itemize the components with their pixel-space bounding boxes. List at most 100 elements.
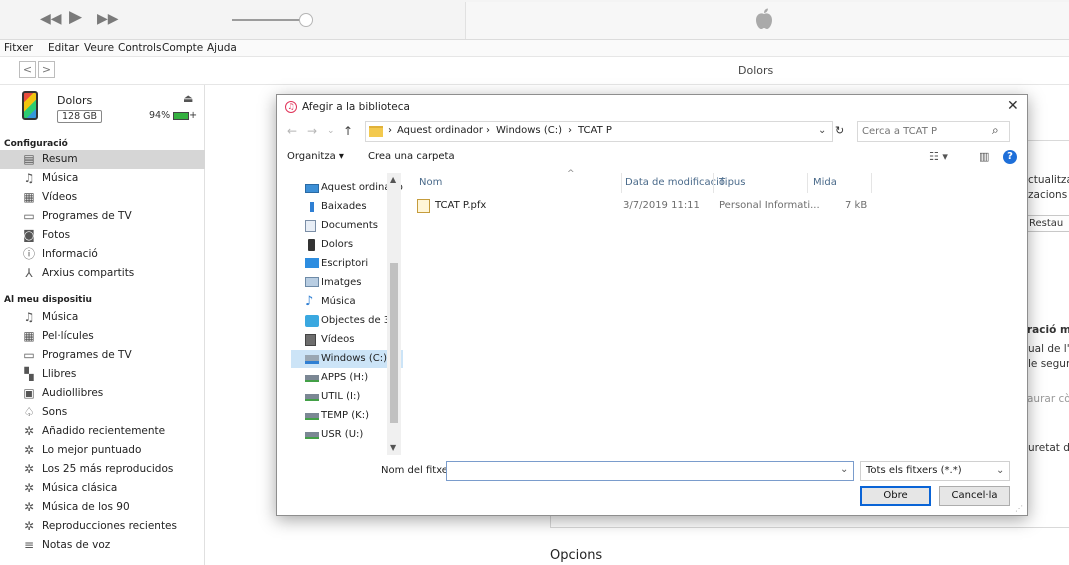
sidebar-item-m-sica-cl-sica[interactable]: ✲ Música clásica [0, 479, 205, 498]
sidebar-item-label: Los 25 más reproducidos [42, 463, 174, 475]
device-header[interactable]: Dolors ⏏ 128 GB 94% + [0, 85, 205, 135]
sidebar-item-label: Llibres [42, 368, 77, 380]
view-options-icon[interactable]: ☷ ▾ [929, 150, 948, 163]
recent-dropdown-icon[interactable]: ⌄ [327, 126, 335, 136]
sidebar-item-programes-de-tv[interactable]: ▭ Programes de TV [0, 207, 205, 226]
phone-icon [308, 239, 315, 251]
folder-icon [369, 126, 383, 137]
navigation-pane-scrollbar[interactable]: ▲ ▼ [387, 173, 401, 455]
menu-view[interactable]: Veure [84, 42, 114, 54]
sidebar-item-label: Informació [42, 248, 98, 260]
filename-input[interactable] [446, 461, 854, 481]
sidebar-item-m-sica[interactable]: ♫ Música [0, 169, 205, 188]
open-button[interactable]: Obre [860, 486, 931, 506]
rewind-icon[interactable]: ◀◀ [40, 11, 62, 27]
breadcrumb-computer[interactable]: Aquest ordinador [397, 125, 483, 136]
play-icon[interactable]: ▶ [69, 9, 82, 26]
restore-button[interactable]: Restau [1022, 215, 1069, 232]
forward-arrow-icon[interactable]: → [307, 124, 317, 138]
eject-icon[interactable]: ⏏ [183, 92, 193, 105]
nav-pane-item-label: Escriptori [321, 258, 369, 269]
file-row[interactable]: TCAT P.pfx 3/7/2019 11:11 Personal Infor… [417, 197, 877, 215]
volume-knob[interactable] [299, 13, 313, 27]
cancel-button[interactable]: Cancel·la [939, 486, 1010, 506]
up-arrow-icon[interactable]: ↑ [343, 124, 353, 138]
navigation-bar: < > Dolors [0, 57, 1069, 85]
file-list: Nom ^ Data de modificació Tipus Mida TCA… [403, 169, 1027, 455]
scroll-down-icon[interactable]: ▼ [390, 443, 396, 452]
sidebar-item-reproducciones-recientes[interactable]: ✲ Reproducciones recientes [0, 517, 205, 536]
menu-account[interactable]: Compte [162, 42, 203, 54]
breadcrumb-separator: › [486, 125, 490, 136]
sidebar-item-a-adido-recientemente[interactable]: ✲ Añadido recientemente [0, 422, 205, 441]
scrollbar-thumb[interactable] [390, 263, 398, 423]
column-size[interactable]: Mida [813, 177, 837, 188]
sidebar-item-arxius-compartits[interactable]: ⅄ Arxius compartits [0, 264, 205, 283]
breadcrumb-folder[interactable]: TCAT P [578, 125, 612, 136]
search-input[interactable] [862, 124, 982, 139]
sidebar-item-los-25-m-s-reproducidos[interactable]: ✲ Los 25 más reproducidos [0, 460, 205, 479]
preview-pane-icon[interactable]: ▥ [979, 150, 989, 163]
menu-help[interactable]: Ajuda [207, 42, 237, 54]
column-divider [871, 173, 872, 193]
sidebar-item-m-sica[interactable]: ♫ Música [0, 308, 205, 327]
forward-button[interactable]: > [38, 61, 55, 78]
sidebar-item-informaci-[interactable]: ⓘ Informació [0, 245, 205, 264]
menu-file[interactable]: Fitxer [4, 42, 33, 54]
sidebar-item-label: Vídeos [42, 191, 78, 203]
new-folder-button[interactable]: Crea una carpeta [368, 151, 455, 162]
menu-edit[interactable]: Editar [48, 42, 79, 54]
sidebar-item-label: Añadido recientemente [42, 425, 166, 437]
nav-pane-item-label: Windows (C:) [321, 353, 387, 364]
sidebar-item-notas-de-voz[interactable]: ≡ Notas de voz [0, 536, 205, 555]
battery-status: 94% + [149, 110, 198, 121]
column-type[interactable]: Tipus [719, 177, 745, 188]
capacity-badge: 128 GB [57, 110, 103, 123]
book-icon: ▚ [24, 367, 34, 381]
sidebar-item-fotos[interactable]: ◙ Fotos [0, 226, 205, 245]
menu-controls[interactable]: Controls [118, 42, 161, 54]
search-icon: ⌕ [992, 123, 999, 137]
chevron-down-icon[interactable]: ⌄ [840, 464, 848, 475]
sort-ascending-icon: ^ [567, 169, 575, 179]
back-arrow-icon[interactable]: ← [287, 124, 297, 138]
search-box[interactable]: ⌕ [857, 121, 1010, 142]
command-bar: Organitza ▾ Crea una carpeta ☷ ▾ ▥ ? [277, 147, 1027, 169]
fast-forward-icon[interactable]: ▶▶ [97, 11, 119, 27]
add-to-library-dialog: ♫ Afegir a la biblioteca ✕ ← → ⌄ ↑ › Aqu… [276, 94, 1028, 516]
back-button[interactable]: < [19, 61, 36, 78]
sidebar-item-label: Audiollibres [42, 387, 104, 399]
sidebar-item-label: Lo mejor puntuado [42, 444, 142, 456]
sidebar-item-label: Programes de TV [42, 349, 132, 361]
sidebar-item-resum[interactable]: ▤ Resum [0, 150, 205, 169]
column-date[interactable]: Data de modificació [625, 177, 725, 188]
organize-button[interactable]: Organitza ▾ [287, 151, 344, 162]
sidebar-item-pel-l-cules[interactable]: ▦ Pel·lícules [0, 327, 205, 346]
sidebar-item-v-deos[interactable]: ▦ Vídeos [0, 188, 205, 207]
restore-backup-fragment: aurar cò [1027, 393, 1069, 405]
volume-slider[interactable] [232, 19, 306, 21]
chevron-down-icon[interactable]: ⌄ [818, 125, 826, 136]
scroll-up-icon[interactable]: ▲ [390, 175, 396, 184]
resize-grip-icon[interactable]: ⋰ [1015, 504, 1023, 513]
sidebar-item-llibres[interactable]: ▚ Llibres [0, 365, 205, 384]
address-bar[interactable]: › Aquest ordinador › Windows (C:) › TCAT… [365, 121, 833, 142]
sidebar-item-programes-de-tv[interactable]: ▭ Programes de TV [0, 346, 205, 365]
refresh-icon[interactable]: ↻ [835, 124, 844, 137]
sidebar-item-audiollibres[interactable]: ▣ Audiollibres [0, 384, 205, 403]
sidebar-item-m-sica-de-los-90[interactable]: ✲ Música de los 90 [0, 498, 205, 517]
documents-icon [305, 220, 316, 232]
dialog-title: Afegir a la biblioteca [302, 101, 410, 113]
breadcrumb-drive[interactable]: Windows (C:) [496, 125, 562, 136]
file-type-filter[interactable]: Tots els fitxers (*.*) ⌄ [860, 461, 1010, 481]
help-icon[interactable]: ? [1003, 150, 1017, 164]
device-name: Dolors [57, 94, 93, 107]
address-row: ← → ⌄ ↑ › Aquest ordinador › Windows (C:… [277, 121, 1027, 143]
update-text-fragment-2: zacions el [1028, 189, 1069, 201]
sidebar-item-sons[interactable]: ♤ Sons [0, 403, 205, 422]
column-name[interactable]: Nom [419, 177, 442, 188]
sidebar-item-lo-mejor-puntuado[interactable]: ✲ Lo mejor puntuado [0, 441, 205, 460]
close-icon[interactable]: ✕ [1007, 98, 1019, 114]
tv-icon: ▭ [23, 209, 35, 223]
nav-pane-item-label: Documents [321, 220, 379, 231]
